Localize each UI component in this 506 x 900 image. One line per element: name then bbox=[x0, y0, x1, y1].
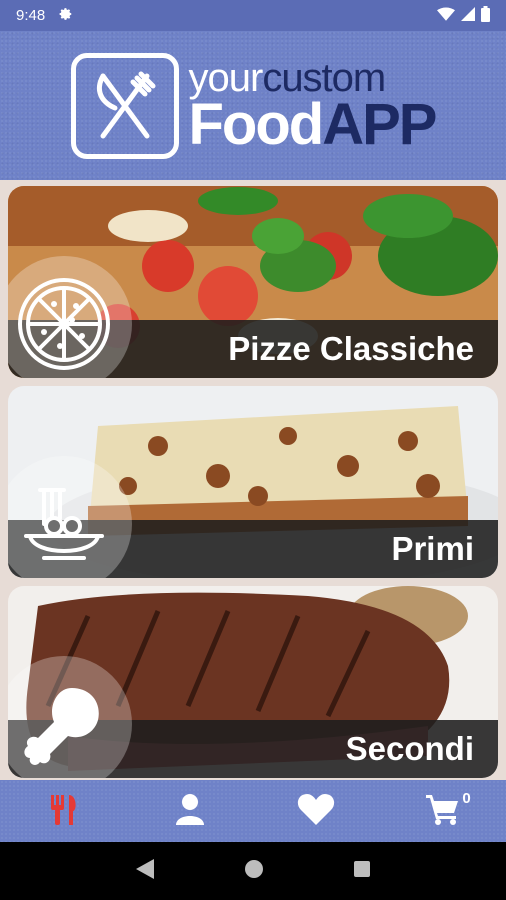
cart-icon bbox=[425, 793, 460, 830]
category-card-pizze-classiche[interactable]: Pizze Classiche bbox=[8, 186, 498, 378]
nav-menu[interactable] bbox=[33, 786, 93, 836]
recents-icon[interactable] bbox=[354, 860, 371, 882]
cutlery-logo-icon bbox=[70, 52, 179, 159]
settings-gear-icon bbox=[59, 7, 73, 25]
category-label: Pizze Classiche bbox=[228, 330, 474, 367]
bottom-navigation: 0 bbox=[0, 780, 506, 842]
category-card-secondi[interactable]: Secondi bbox=[8, 586, 498, 778]
system-navigation-bar bbox=[0, 842, 506, 900]
app-header: yourcustom FoodAPP bbox=[0, 31, 506, 180]
status-time: 9:48 bbox=[16, 7, 46, 24]
user-icon bbox=[175, 793, 205, 830]
nav-account[interactable] bbox=[160, 786, 220, 836]
category-label: Primi bbox=[391, 530, 474, 567]
nav-favorites[interactable] bbox=[286, 786, 346, 836]
status-bar: 9:48 bbox=[0, 0, 506, 31]
pizza-icon bbox=[8, 256, 132, 378]
back-icon[interactable] bbox=[135, 858, 154, 884]
logo-food: Food bbox=[188, 91, 325, 157]
logo-app: APP bbox=[322, 91, 437, 157]
pasta-icon bbox=[8, 456, 132, 578]
wifi-icon bbox=[437, 6, 455, 25]
home-icon[interactable] bbox=[244, 859, 263, 883]
nav-cart[interactable]: 0 bbox=[413, 786, 473, 836]
cart-count-badge: 0 bbox=[462, 790, 471, 807]
drumstick-icon bbox=[8, 656, 132, 778]
menu-cutlery-icon bbox=[45, 791, 81, 832]
heart-icon bbox=[297, 792, 335, 831]
category-list: Pizze Classiche Primi Secondi bbox=[0, 180, 506, 780]
signal-icon bbox=[461, 6, 475, 25]
category-label: Secondi bbox=[345, 730, 474, 767]
battery-icon bbox=[481, 5, 490, 26]
category-card-primi[interactable]: Primi bbox=[8, 386, 498, 578]
logo-wordmark: yourcustom FoodAPP bbox=[188, 58, 438, 157]
